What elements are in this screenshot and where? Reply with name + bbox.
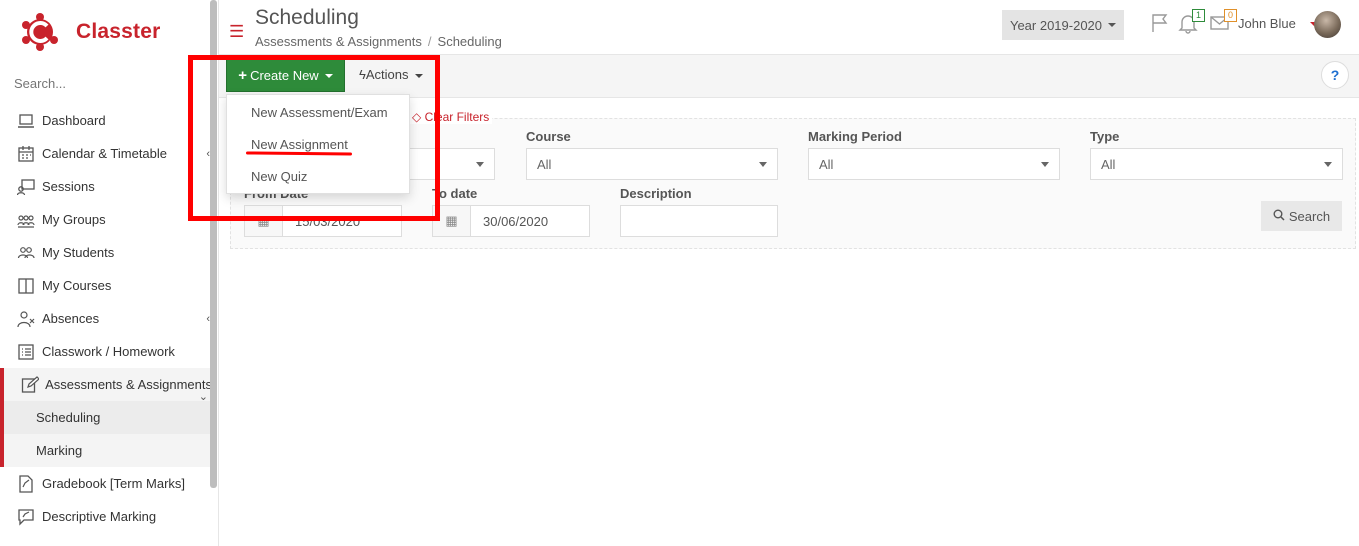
- sidebar-item-assessments-assignments[interactable]: Assessments & Assignments ⌄: [0, 368, 212, 403]
- year-label: Year 2019-2020: [1009, 17, 1103, 33]
- user-x-icon: [16, 310, 36, 328]
- notifications-badge: 1: [1191, 9, 1205, 22]
- description-input[interactable]: [620, 205, 778, 237]
- sidebar-item-absences[interactable]: Absences ‹: [0, 302, 212, 335]
- course-select[interactable]: All: [526, 148, 778, 180]
- sidebar-item-my-groups[interactable]: My Groups: [0, 203, 212, 236]
- sidebar-search-input[interactable]: [14, 76, 194, 91]
- sidebar-item-label: Classwork / Homework: [42, 344, 175, 359]
- groups-icon: [16, 211, 36, 229]
- sidebar-item-my-students[interactable]: My Students: [0, 236, 212, 269]
- year-selector[interactable]: Year 2019-2020: [1002, 10, 1124, 40]
- highlight-annotation-box: [188, 55, 440, 221]
- breadcrumb: Assessments & Assignments / Scheduling: [255, 34, 502, 49]
- marking-period-label: Marking Period: [808, 129, 902, 144]
- messages-badge: 0: [1223, 9, 1237, 22]
- caret-down-icon: [1041, 162, 1049, 167]
- caret-down-icon: [759, 162, 767, 167]
- sidebar-item-my-courses[interactable]: My Courses: [0, 269, 212, 302]
- breadcrumb-item[interactable]: Assessments & Assignments: [255, 34, 422, 49]
- marking-period-select[interactable]: All: [808, 148, 1060, 180]
- sidebar-item-calendar[interactable]: Calendar & Timetable ‹: [0, 137, 212, 170]
- search-icon: [1273, 209, 1285, 224]
- edit-icon: [20, 375, 39, 394]
- sidebar-item-classwork-homework[interactable]: Classwork / Homework: [0, 335, 212, 368]
- messages-envelope-icon[interactable]: 0: [1209, 9, 1237, 34]
- avatar[interactable]: [1314, 11, 1341, 38]
- chevron-down-icon: ⌄: [198, 391, 208, 403]
- classter-logo-icon: [20, 12, 60, 52]
- sidebar-item-label: Descriptive Marking: [42, 509, 157, 524]
- laptop-icon: [16, 112, 36, 130]
- sidebar-item-label: Gradebook [Term Marks]: [42, 476, 186, 491]
- breadcrumb-item[interactable]: Scheduling: [438, 34, 502, 49]
- sidebar-item-label: Sessions: [42, 179, 95, 194]
- description-label: Description: [620, 186, 692, 201]
- hamburger-menu-icon[interactable]: ☰: [229, 22, 244, 42]
- sidebar-subitem-scheduling[interactable]: Scheduling: [0, 401, 212, 434]
- page-title: Scheduling: [255, 6, 359, 29]
- type-select[interactable]: All: [1090, 148, 1343, 180]
- sidebar-item-label: My Courses: [42, 278, 112, 293]
- sidebar-item-descriptive-marking[interactable]: Descriptive Marking: [0, 500, 212, 533]
- presentation-icon: [16, 178, 36, 196]
- students-icon: [16, 244, 36, 262]
- sidebar-item-sessions[interactable]: Sessions: [0, 170, 212, 203]
- search-button[interactable]: Search: [1261, 201, 1342, 231]
- sidebar-menu: Dashboard Calendar & Timetable ‹ Session…: [0, 104, 212, 533]
- course-label: Course: [526, 129, 571, 144]
- sidebar: Classter Dashboard Calendar & Timetable …: [0, 0, 219, 546]
- marking-period-value: All: [819, 156, 834, 172]
- notifications-bell-icon[interactable]: 1: [1177, 9, 1205, 34]
- course-value: All: [537, 156, 552, 172]
- sidebar-item-gradebook[interactable]: Gradebook [Term Marks]: [0, 467, 212, 500]
- sidebar-item-dashboard[interactable]: Dashboard: [0, 104, 212, 137]
- type-value: All: [1101, 156, 1116, 172]
- caret-down-icon: [1324, 162, 1332, 167]
- sidebar-item-label: Absences: [42, 311, 100, 326]
- page-header: ☰ Scheduling Assessments & Assignments / S…: [219, 0, 1359, 54]
- sidebar-item-label: Assessments & Assignments: [45, 377, 212, 392]
- flag-icon[interactable]: [1149, 12, 1171, 34]
- sidebar-item-label: Dashboard: [42, 113, 106, 128]
- help-button[interactable]: ?: [1321, 61, 1349, 89]
- sidebar-item-label: Calendar & Timetable: [42, 146, 168, 161]
- to-date-value: 30/06/2020: [483, 213, 549, 229]
- sidebar-item-label: My Students: [42, 245, 115, 260]
- type-label: Type: [1090, 129, 1120, 144]
- caret-down-icon: [476, 162, 484, 167]
- sidebar-subitem-label: Marking: [36, 443, 83, 458]
- book-icon: [16, 277, 36, 295]
- search-label: Search: [1288, 208, 1331, 224]
- app-name: Classter: [76, 20, 161, 43]
- caret-down-icon: [1108, 23, 1117, 27]
- sidebar-subitem-label: Scheduling: [36, 410, 101, 425]
- app-logo[interactable]: Classter: [20, 12, 160, 52]
- document-icon: [16, 474, 36, 493]
- list-icon: [16, 343, 36, 361]
- to-date-field[interactable]: ▦ 30/06/2020: [432, 205, 590, 237]
- sidebar-subitem-marking[interactable]: Marking: [0, 434, 212, 467]
- comment-icon: [16, 508, 36, 526]
- user-name[interactable]: John Blue: [1238, 16, 1296, 31]
- sidebar-item-label: My Groups: [42, 212, 106, 227]
- calendar-icon: [16, 145, 36, 163]
